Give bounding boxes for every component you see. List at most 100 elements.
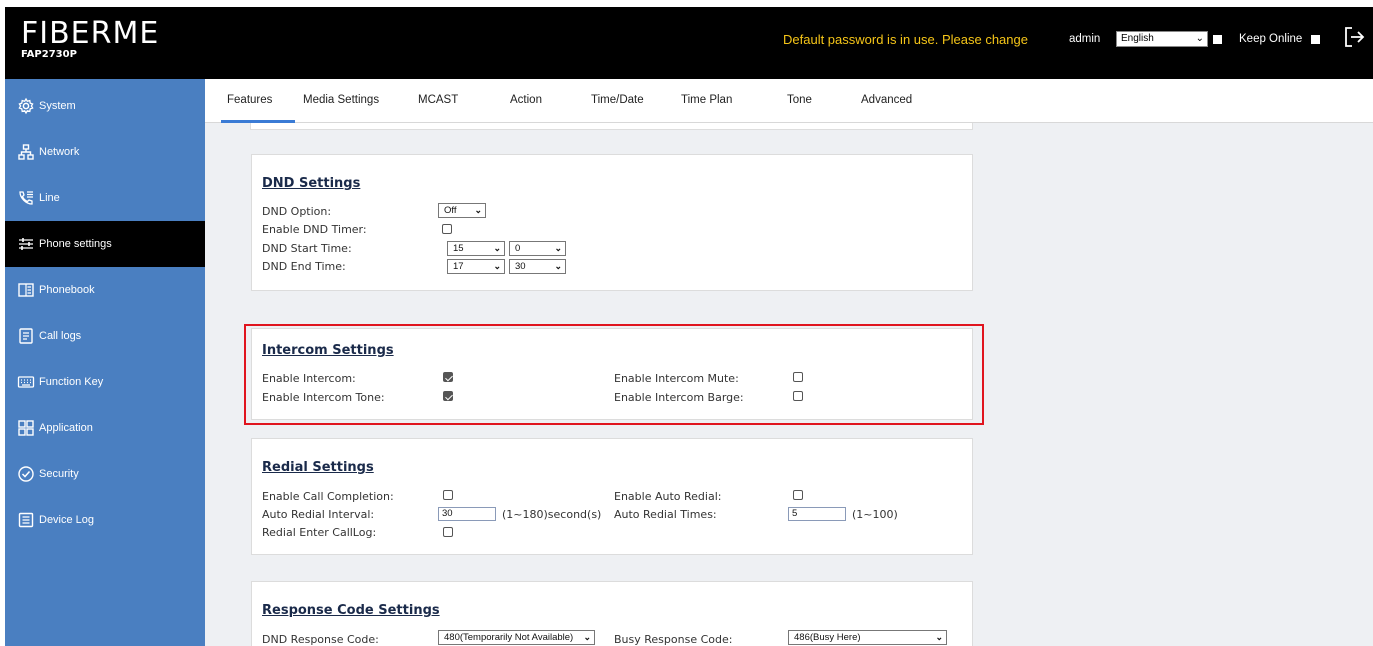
app-frame: FIBERME FAP2730P Default password is in … [5, 7, 1373, 646]
chevron-down-icon: ⌄ [554, 243, 562, 253]
dnd-end-min-select[interactable]: 30 ⌄ [509, 259, 566, 274]
keyboard-icon [17, 373, 35, 391]
sidebar-item-label: Network [39, 146, 80, 158]
tab-time-plan[interactable]: Time Plan [681, 94, 732, 106]
dnd-settings-title: DND Settings [262, 176, 361, 191]
chevron-down-icon: ⌄ [583, 632, 591, 642]
call-completion-label: Enable Call Completion: [262, 490, 394, 503]
dnd-end-hour-value: 17 [453, 261, 464, 272]
dnd-timer-label: Enable DND Timer: [262, 223, 367, 236]
redial-times-label: Auto Redial Times: [614, 508, 717, 521]
top-bar: FIBERME FAP2730P Default password is in … [5, 7, 1373, 79]
dnd-start-min-select[interactable]: 0 ⌄ [509, 241, 566, 256]
logo: FIBERME FAP2730P [21, 16, 160, 61]
sidebar-item-label: System [39, 100, 76, 112]
language-checkbox[interactable] [1213, 35, 1222, 44]
chevron-down-icon: ⌄ [493, 243, 501, 253]
gear-icon [17, 97, 35, 115]
dnd-start-hour-value: 15 [453, 243, 464, 254]
auto-redial-label: Enable Auto Redial: [614, 490, 722, 503]
sliders-icon [17, 235, 35, 253]
sidebar-item-label: Call logs [39, 330, 82, 342]
sidebar-item-label: Device Log [39, 514, 95, 526]
dnd-settings-panel: DND Settings DND Option: Off ⌄ Enable DND… [251, 154, 973, 291]
chevron-down-icon: ⌄ [554, 261, 562, 271]
redial-calllog-checkbox[interactable] [443, 527, 453, 537]
dnd-option-value: Off [444, 205, 457, 216]
chevron-down-icon: ⌄ [935, 632, 943, 642]
dnd-response-value: 480(Temporarily Not Available) [444, 632, 574, 643]
keep-online-checkbox[interactable] [1311, 35, 1320, 44]
logout-icon[interactable] [1343, 25, 1365, 49]
sidebar-item-phonebook[interactable]: Phonebook [5, 267, 205, 313]
busy-response-value: 486(Busy Here) [794, 632, 861, 643]
sidebar-item-label: Line [39, 192, 60, 204]
sidebar-item-network[interactable]: Network [5, 129, 205, 175]
dnd-end-hour-select[interactable]: 17 ⌄ [447, 259, 505, 274]
dnd-start-hour-select[interactable]: 15 ⌄ [447, 241, 505, 256]
log-icon [17, 511, 35, 529]
sidebar-item-label: Phone settings [39, 238, 112, 250]
sidebar: System Network Line Phone settings Phone… [5, 79, 205, 646]
language-value: English [1121, 33, 1154, 44]
chevron-down-icon: ⌄ [1195, 33, 1204, 44]
dnd-option-select[interactable]: Off ⌄ [438, 203, 486, 218]
sidebar-item-security[interactable]: Security [5, 451, 205, 497]
main-content: DND Settings DND Option: Off ⌄ Enable DND… [205, 123, 1373, 646]
logo-text: FIBERME [21, 16, 160, 51]
tab-tone[interactable]: Tone [787, 94, 812, 106]
sidebar-item-label: Security [39, 468, 79, 480]
sidebar-item-application[interactable]: Application [5, 405, 205, 451]
shield-icon [17, 465, 35, 483]
sidebar-item-line[interactable]: Line [5, 175, 205, 221]
sidebar-item-label: Function Key [39, 376, 104, 388]
tab-mcast[interactable]: MCAST [418, 94, 458, 106]
dnd-response-select[interactable]: 480(Temporarily Not Available) ⌄ [438, 630, 595, 645]
redial-interval-label: Auto Redial Interval: [262, 508, 375, 521]
redial-interval-hint: (1~180)second(s) [502, 508, 602, 521]
redial-settings-panel: Redial Settings Enable Call Completion: … [251, 438, 973, 555]
sidebar-item-label: Application [39, 422, 93, 434]
keep-online-label: Keep Online [1239, 33, 1303, 45]
redial-interval-input[interactable]: 30 [438, 507, 496, 521]
language-select[interactable]: English ⌄ [1116, 31, 1208, 47]
sidebar-item-system[interactable]: System [5, 83, 205, 129]
network-icon [17, 143, 35, 161]
tab-advanced[interactable]: Advanced [861, 94, 912, 106]
sidebar-item-phone-settings[interactable]: Phone settings [5, 221, 205, 267]
dnd-response-label: DND Response Code: [262, 633, 379, 646]
response-code-title: Response Code Settings [262, 603, 440, 618]
sidebar-item-call-logs[interactable]: Call logs [5, 313, 205, 359]
tab-features[interactable]: Features [227, 94, 272, 106]
sidebar-item-label: Phonebook [39, 284, 95, 296]
tab-time-date[interactable]: Time/Date [591, 94, 644, 106]
busy-response-select[interactable]: 486(Busy Here) ⌄ [788, 630, 947, 645]
redial-calllog-label: Redial Enter CallLog: [262, 526, 377, 539]
auto-redial-checkbox[interactable] [793, 490, 803, 500]
redial-settings-title: Redial Settings [262, 460, 374, 475]
busy-response-label: Busy Response Code: [614, 633, 733, 646]
grid-icon [17, 419, 35, 437]
password-warning[interactable]: Default password is in use. Please chang… [783, 32, 1028, 47]
highlight-box [244, 324, 984, 425]
sidebar-item-device-log[interactable]: Device Log [5, 497, 205, 543]
tab-action[interactable]: Action [510, 94, 542, 106]
list-icon [17, 327, 35, 345]
redial-times-input[interactable]: 5 [788, 507, 846, 521]
redial-times-hint: (1~100) [852, 508, 898, 521]
phone-line-icon [17, 189, 35, 207]
response-code-panel: Response Code Settings DND Response Code… [251, 581, 973, 646]
chevron-down-icon: ⌄ [493, 261, 501, 271]
dnd-end-min-value: 30 [515, 261, 526, 272]
previous-panel-edge [250, 123, 973, 130]
call-completion-checkbox[interactable] [443, 490, 453, 500]
dnd-start-label: DND Start Time: [262, 242, 352, 255]
tab-bar: Features Media Settings MCAST Action Tim… [205, 79, 1373, 123]
dnd-option-label: DND Option: [262, 205, 332, 218]
book-icon [17, 281, 35, 299]
sidebar-item-function-key[interactable]: Function Key [5, 359, 205, 405]
tab-media-settings[interactable]: Media Settings [303, 94, 379, 106]
dnd-start-min-value: 0 [515, 243, 521, 254]
dnd-timer-checkbox[interactable] [442, 224, 452, 234]
dnd-end-label: DND End Time: [262, 260, 346, 273]
